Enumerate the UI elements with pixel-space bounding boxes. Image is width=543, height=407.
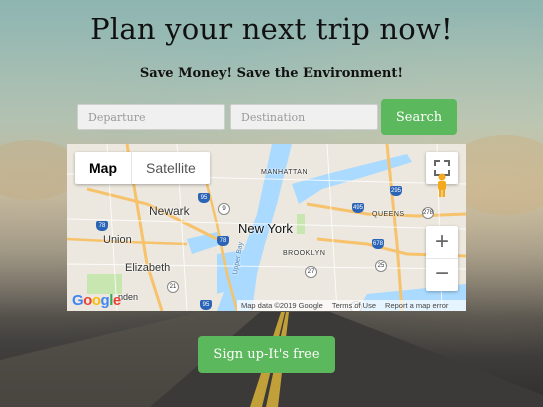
map-type-control[interactable]: Map Satellite: [75, 152, 210, 184]
route-marker: 25: [375, 260, 387, 272]
pegman-button[interactable]: [426, 169, 458, 201]
pegman-icon: [438, 173, 446, 197]
destination-input[interactable]: [230, 104, 378, 130]
departure-input[interactable]: [77, 104, 225, 130]
map-label-manhattan: MANHATTAN: [261, 169, 309, 176]
road-shield: 9: [218, 203, 230, 215]
route-marker: 21: [167, 281, 179, 293]
tagline: Save Money! Save the Environment!: [139, 66, 404, 81]
report-error-link[interactable]: Report a map error: [385, 300, 448, 311]
road-shield: 495: [352, 203, 364, 213]
search-button[interactable]: Search: [381, 99, 457, 135]
road-shield: 278: [422, 207, 434, 219]
road-shield: 95: [200, 300, 212, 310]
map-type-map[interactable]: Map: [75, 152, 132, 184]
map-label-union: Union: [103, 234, 132, 246]
road-shield: 95: [198, 193, 210, 203]
map-attribution: Map data ©2019 Google Terms of Use Repor…: [237, 300, 466, 311]
map-label-queens: QUEENS: [372, 211, 405, 218]
road-shield: 295: [390, 186, 402, 196]
zoom-in-button[interactable]: +: [426, 226, 458, 259]
road-shield: 78: [217, 236, 229, 246]
map-view[interactable]: Map Satellite + − MANHATTAN Newark New Y…: [67, 144, 466, 311]
map-label-new-york: New York: [238, 221, 293, 236]
page-title: Plan your next trip now!: [90, 12, 453, 46]
map-type-satellite[interactable]: Satellite: [132, 152, 210, 184]
terms-link[interactable]: Terms of Use: [332, 300, 376, 311]
zoom-out-button[interactable]: −: [426, 259, 458, 291]
map-label-brooklyn: BROOKLYN: [283, 250, 326, 257]
map-label-elizabeth: Elizabeth: [125, 262, 171, 274]
zoom-control: + −: [426, 226, 458, 291]
signup-button[interactable]: Sign up-It's free: [198, 336, 335, 373]
google-logo: Google: [72, 292, 121, 309]
map-label-nden: nden: [118, 292, 139, 302]
road-shield: 678: [372, 239, 384, 249]
map-label-newark: Newark: [149, 204, 190, 218]
road-shield: 78: [96, 221, 108, 231]
route-marker: 27: [305, 266, 317, 278]
map-data-credit: Map data ©2019 Google: [241, 301, 323, 310]
